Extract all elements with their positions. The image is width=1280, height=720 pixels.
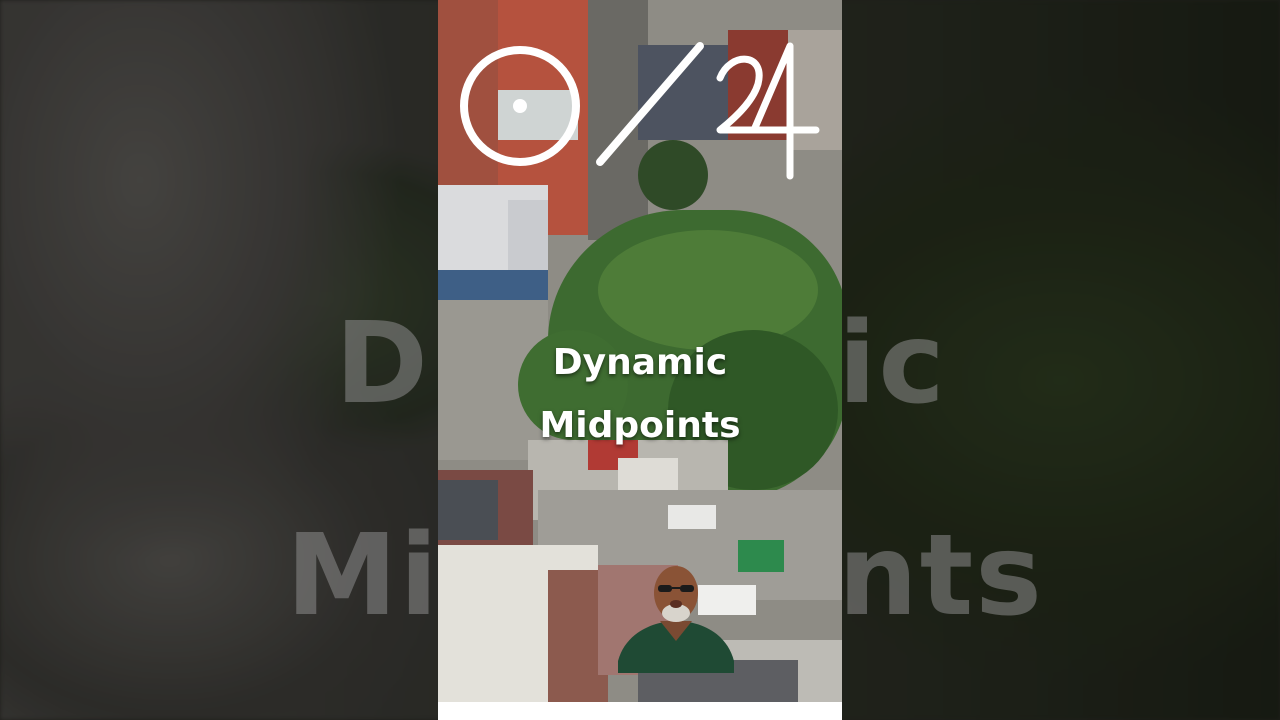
park-trees	[598, 230, 818, 350]
building-dark	[438, 480, 498, 540]
background-title-fragment: D	[335, 299, 430, 429]
video-frame-bottom-edge	[438, 702, 842, 720]
background-title-fragment: nts	[838, 511, 1044, 641]
presenter-avatar-icon	[618, 566, 734, 673]
market-stall	[738, 540, 784, 572]
background-title-fragment: Mi	[286, 511, 440, 641]
video-title-line-1: Dynamic	[552, 342, 728, 383]
building-white	[508, 200, 548, 270]
truck	[668, 505, 716, 529]
counter-digit-2	[716, 55, 774, 134]
slide-counter-graphic	[460, 42, 820, 180]
video-title-line-2: Midpoints	[539, 405, 741, 446]
counter-dot	[513, 99, 527, 113]
counter-slash	[596, 42, 704, 166]
counter-digit-4	[750, 42, 820, 180]
background-title-fragment: ic	[838, 299, 947, 429]
video-frame[interactable]: 0 / 24 Dynamic Midpoints	[438, 0, 842, 702]
